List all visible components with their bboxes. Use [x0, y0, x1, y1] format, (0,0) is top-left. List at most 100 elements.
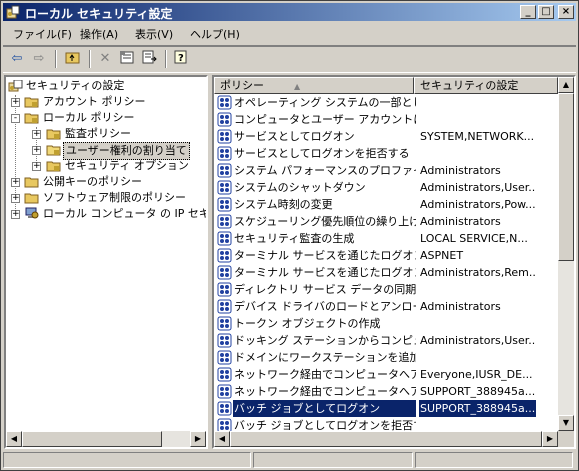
scroll-left-icon[interactable]: ◀ — [214, 431, 230, 447]
tree-root-label: セキュリティの設定 — [26, 79, 125, 92]
policy-name-cell: システムのシャットダウン — [234, 181, 366, 194]
properties-icon[interactable] — [117, 50, 137, 68]
policy-name-cell: デバイス ドライバのロードとアンロード — [234, 300, 416, 313]
policy-folder-icon — [24, 97, 39, 108]
scroll-thumb[interactable] — [22, 431, 162, 447]
list-row[interactable]: ネットワーク経由でコンピュータへアク... Everyone,IUSR_DE... — [214, 366, 557, 383]
user-right-policy-icon — [217, 214, 232, 229]
list-row[interactable]: ターミナル サービスを通じたログオンを... Administrators,Rem… — [214, 264, 557, 281]
list-vertical-scrollbar[interactable]: ▲ ▼ — [558, 77, 574, 431]
list-horizontal-scrollbar[interactable]: ◀ ▶ — [214, 431, 558, 447]
list-row[interactable]: システム時刻の変更 Administrators,Pow... — [214, 196, 557, 213]
list-row[interactable]: セキュリティ監査の生成 LOCAL SERVICE,N... — [214, 230, 557, 247]
delete-icon[interactable]: ✕ — [95, 50, 115, 68]
maximize-button[interactable]: □ — [538, 5, 554, 19]
expand-icon[interactable]: + — [11, 98, 20, 107]
list-row-selected[interactable]: バッチ ジョブとしてログオン SUPPORT_388945a... — [214, 400, 557, 417]
user-right-policy-icon — [217, 112, 232, 127]
folder-icon — [24, 177, 39, 188]
tree-horizontal-scrollbar[interactable]: ◀ ▶ — [6, 431, 206, 447]
list-row[interactable]: デバイス ドライバのロードとアンロード Administrators — [214, 298, 557, 315]
toolbar-separator — [165, 50, 167, 68]
scroll-left-icon[interactable]: ◀ — [6, 431, 22, 447]
open-folder-icon — [46, 145, 61, 156]
policy-name-cell: トークン オブジェクトの作成 — [234, 317, 381, 330]
list-row[interactable]: システム パフォーマンスのプロファイル Administrators — [214, 162, 557, 179]
list-row[interactable]: ディレクトリ サービス データの同期化 — [214, 281, 557, 298]
expand-icon[interactable]: + — [32, 130, 41, 139]
expand-icon[interactable]: + — [11, 178, 20, 187]
security-setting-cell: Administrators,User... — [420, 334, 536, 347]
menu-view[interactable]: 表示(V) — [135, 26, 173, 42]
menu-file[interactable]: ファイル(F) — [13, 26, 72, 42]
tree-item-label: 監査ポリシー — [65, 127, 131, 140]
policy-name-cell: スケジューリング優先順位の繰り上げ — [234, 215, 416, 228]
user-right-policy-icon — [217, 231, 232, 246]
list-row[interactable]: サービスとしてログオンを拒否する — [214, 145, 557, 162]
list-row[interactable]: コンピュータとユーザー アカウントに委... — [214, 111, 557, 128]
tree-item-label: 公開キーのポリシー — [43, 175, 142, 188]
sort-ascending-icon: ▲ — [294, 82, 301, 91]
policy-name-cell: オペレーティング システムの一部とし... — [234, 96, 416, 109]
list-row[interactable]: ドッキング ステーションからコンピュータ... Administrators,Us… — [214, 332, 557, 349]
minimize-button[interactable]: _ — [520, 5, 536, 19]
list-row[interactable]: オペレーティング システムの一部とし... — [214, 94, 557, 111]
scroll-thumb[interactable] — [558, 93, 574, 261]
expand-icon[interactable]: + — [32, 162, 41, 171]
security-setting-cell: ASPNET — [420, 249, 464, 262]
tree-item-label: セキュリティ オプション — [65, 159, 189, 172]
menu-action[interactable]: 操作(A) — [80, 26, 118, 42]
up-folder-icon[interactable] — [63, 50, 83, 68]
list-row[interactable]: トークン オブジェクトの作成 — [214, 315, 557, 332]
tree-item-label: ローカル コンピュータ の IP セキュリティ — [43, 207, 206, 220]
security-setting-cell: Administrators — [420, 215, 501, 228]
menu-help[interactable]: ヘルプ(H) — [190, 26, 240, 42]
close-button[interactable]: × — [558, 5, 574, 19]
scroll-down-icon[interactable]: ▼ — [558, 415, 574, 431]
user-right-policy-icon — [217, 333, 232, 348]
expand-icon[interactable]: + — [32, 146, 41, 155]
title-bar[interactable]: ローカル セキュリティ設定 _ □ × — [3, 3, 576, 21]
window-title: ローカル セキュリティ設定 — [25, 7, 173, 21]
user-right-policy-icon — [217, 129, 232, 144]
tree-pane[interactable]: セキュリティの設定 + アカウント ポリシー - ローカル ポリシー + 監査ポ… — [4, 75, 208, 449]
user-right-policy-icon — [217, 384, 232, 399]
status-bar — [3, 452, 576, 469]
security-settings-icon — [6, 5, 20, 19]
user-right-policy-icon — [217, 248, 232, 263]
list-row[interactable]: ネットワーク経由でコンピュータへアク... SUPPORT_388945a... — [214, 383, 557, 400]
list-row[interactable]: ターミナル サービスを通じたログオンを... ASPNET — [214, 247, 557, 264]
column-header-policy[interactable]: ポリシー ▲ — [214, 77, 414, 94]
column-header-setting[interactable]: セキュリティの設定 — [414, 77, 558, 94]
scroll-right-icon[interactable]: ▶ — [190, 431, 206, 447]
collapse-icon[interactable]: - — [11, 114, 20, 123]
policy-list-pane[interactable]: ポリシー ▲ セキュリティの設定 オペレーティング システムの一部とし... コンピ… — [212, 75, 576, 449]
svg-text:?: ? — [178, 53, 184, 64]
policy-name-cell: サービスとしてログオンを拒否する — [234, 147, 410, 160]
policy-folder-icon — [46, 129, 61, 140]
user-right-policy-icon — [217, 265, 232, 280]
user-right-policy-icon — [217, 146, 232, 161]
list-row[interactable]: ドメインにワークステーションを追加 — [214, 349, 557, 366]
list-row[interactable]: スケジューリング優先順位の繰り上げ Administrators — [214, 213, 557, 230]
scroll-right-icon[interactable]: ▶ — [542, 431, 558, 447]
policy-name-cell: コンピュータとユーザー アカウントに委... — [234, 113, 416, 126]
expand-icon[interactable]: + — [11, 210, 20, 219]
list-row[interactable]: サービスとしてログオン SYSTEM,NETWORK... — [214, 128, 557, 145]
expand-icon[interactable]: + — [11, 194, 20, 203]
scroll-thumb[interactable] — [230, 431, 542, 447]
toolbar: ⇦ ⇨ ✕ ? — [3, 45, 576, 73]
user-right-policy-icon — [217, 95, 232, 110]
security-setting-cell: SYSTEM,NETWORK... — [420, 130, 535, 143]
security-setting-cell: Administrators,User... — [420, 181, 536, 194]
help-icon[interactable]: ? — [171, 50, 191, 68]
back-arrow-icon[interactable]: ⇦ — [7, 50, 27, 68]
column-header-policy-label: ポリシー — [220, 79, 264, 92]
user-right-policy-icon — [217, 282, 232, 297]
scroll-up-icon[interactable]: ▲ — [558, 77, 574, 93]
security-setting-cell: Administrators,Rem... — [420, 266, 536, 279]
menu-bar: ファイル(F) 操作(A) 表示(V) ヘルプ(H) — [3, 23, 576, 43]
list-row[interactable]: システムのシャットダウン Administrators,User... — [214, 179, 557, 196]
forward-arrow-icon[interactable]: ⇨ — [29, 50, 49, 68]
export-list-icon[interactable] — [139, 50, 159, 68]
